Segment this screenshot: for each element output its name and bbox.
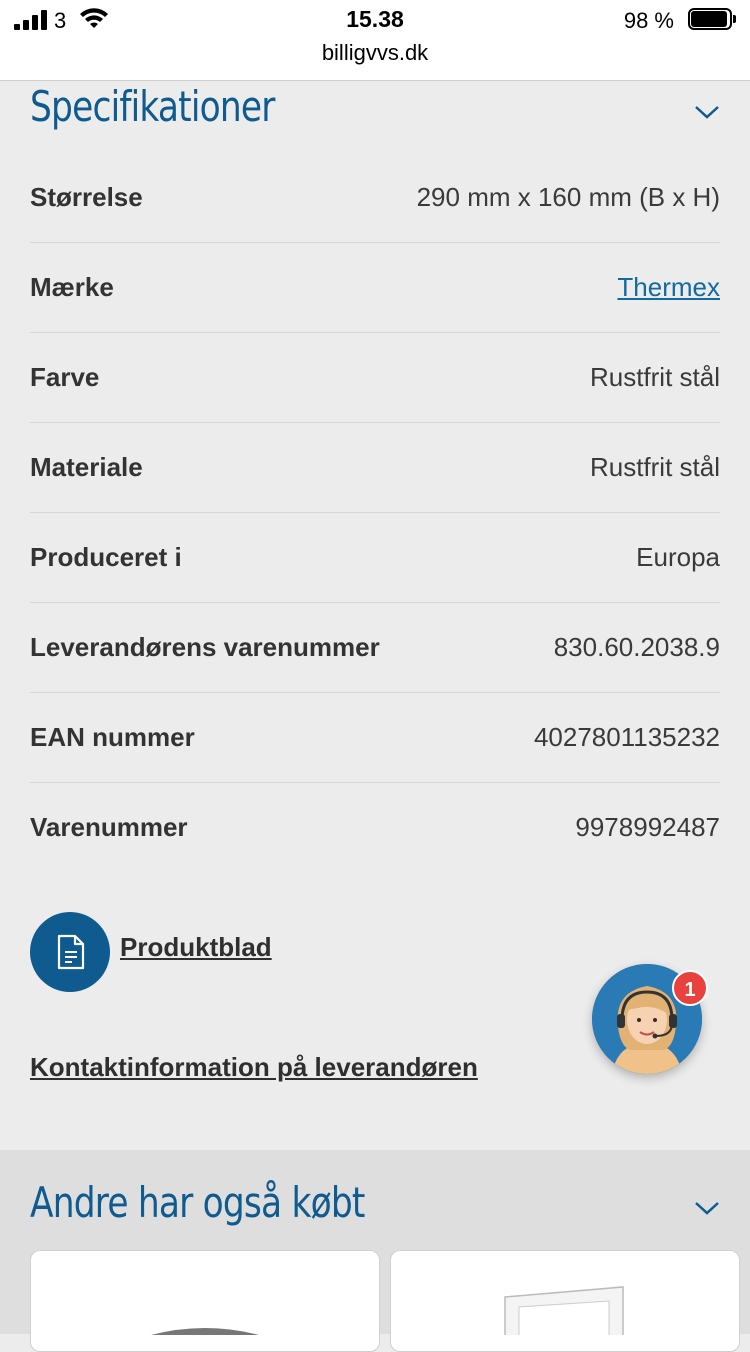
battery-percentage: 98 %	[623, 8, 674, 33]
spec-label: Produceret i	[30, 542, 182, 572]
spec-row: Produceret i Europa	[30, 513, 720, 603]
spec-row: Varenummer 9978992487	[30, 783, 720, 872]
chevron-down-icon[interactable]	[694, 1200, 720, 1216]
specifications-table: Størrelse 290 mm x 160 mm (B x H) Mærke The…	[30, 153, 720, 872]
url-bar[interactable]: billigvvs.dk	[0, 40, 750, 66]
spec-value: Europa	[636, 542, 720, 572]
spec-label: EAN nummer	[30, 722, 195, 752]
battery-icon	[688, 8, 738, 30]
product-card[interactable]	[390, 1250, 740, 1352]
chat-notification-badge: 1	[672, 970, 708, 1006]
product-sheet-link[interactable]: Produktblad	[120, 932, 272, 963]
spec-row: Farve Rustfrit stål	[30, 333, 720, 423]
spec-label: Materiale	[30, 452, 143, 482]
spec-label: Farve	[30, 362, 100, 392]
spec-row: Leverandørens varenummer 830.60.2038.9	[30, 603, 720, 693]
supplier-contact-link[interactable]: Kontaktinformation på leverandøren	[30, 1052, 478, 1083]
spec-value: 4027801135232	[533, 722, 720, 752]
spec-label: Størrelse	[30, 182, 143, 212]
product-card[interactable]	[30, 1250, 380, 1352]
chevron-down-icon[interactable]	[694, 104, 720, 120]
specifications-title[interactable]: Specifikationer	[30, 82, 275, 131]
spec-value: Rustfrit stål	[589, 362, 720, 392]
product-image	[504, 1286, 624, 1335]
spec-value: 9978992487	[575, 812, 720, 842]
spec-row: Mærke Thermex	[30, 243, 720, 333]
brand-link[interactable]: Thermex	[617, 272, 720, 303]
product-image	[151, 1328, 259, 1335]
spec-row: EAN nummer 4027801135232	[30, 693, 720, 783]
product-sheet-button[interactable]	[30, 912, 110, 992]
browser-status-bar: 3 15.38 billigvvs.dk 98 %	[0, 0, 750, 81]
spec-label: Varenummer	[30, 812, 188, 842]
spec-value: Rustfrit stål	[589, 452, 720, 482]
document-icon	[57, 934, 85, 970]
spec-value: 830.60.2038.9	[553, 632, 720, 662]
spec-row: Materiale Rustfrit stål	[30, 423, 720, 513]
also-bought-title[interactable]: Andre har også købt	[30, 1178, 365, 1227]
spec-label: Leverandørens varenummer	[30, 632, 380, 662]
spec-row: Størrelse 290 mm x 160 mm (B x H)	[30, 153, 720, 243]
spec-value: 290 mm x 160 mm (B x H)	[416, 182, 720, 212]
spec-label: Mærke	[30, 272, 114, 302]
